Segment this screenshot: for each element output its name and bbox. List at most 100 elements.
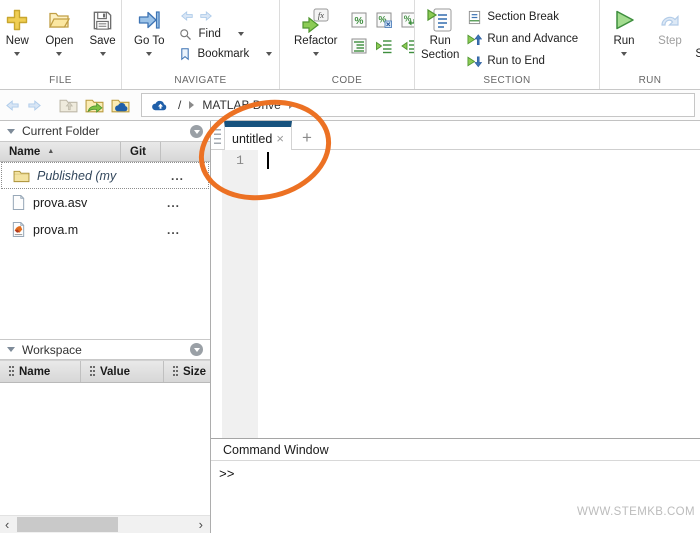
new-dropdown-caret-icon[interactable]: [14, 52, 20, 56]
horizontal-scrollbar[interactable]: ‹ ›: [0, 515, 210, 533]
svg-text:fx: fx: [318, 10, 324, 20]
workspace-column-size[interactable]: Size: [164, 361, 210, 382]
file-row-prova-m[interactable]: prova.m ...: [0, 216, 210, 243]
column-grip-icon[interactable]: [9, 366, 14, 377]
matlab-drive-folder-icon[interactable]: [111, 97, 130, 114]
folder-icon: [13, 169, 30, 183]
gutter-margin: [211, 150, 222, 438]
history-forward-arrow-icon[interactable]: [27, 98, 42, 113]
run-and-advance-icon: [467, 32, 482, 47]
file-row-published[interactable]: Published (my ...: [1, 162, 209, 189]
save-dropdown-caret-icon[interactable]: [100, 52, 106, 56]
smart-indent-button[interactable]: [351, 38, 367, 54]
collapse-triangle-icon[interactable]: [7, 347, 15, 352]
ribbon-section-run: Run Step S RUN: [600, 0, 700, 89]
chevron-right-icon[interactable]: [289, 101, 294, 109]
refactor-dropdown-caret-icon[interactable]: [313, 52, 319, 56]
refactor-button-label: Refactor: [294, 35, 337, 48]
breadcrumb-matlab-drive[interactable]: MATLAB Drive: [202, 98, 280, 112]
run-section-button[interactable]: Run Section: [421, 6, 459, 70]
column-name-label: Name: [9, 146, 40, 158]
current-folder-header: Current Folder: [0, 121, 210, 142]
column-header-git[interactable]: Git: [121, 142, 161, 161]
step-button[interactable]: Step: [658, 6, 682, 56]
run-to-end-button[interactable]: Run to End: [467, 52, 578, 70]
breadcrumb-root[interactable]: /: [178, 98, 181, 112]
column-grip-icon[interactable]: [173, 366, 178, 377]
file-icon: [11, 194, 26, 211]
partial-next-button-label: S: [695, 48, 700, 60]
comment-button[interactable]: %: [351, 12, 367, 28]
wrap-comments-button[interactable]: %: [401, 12, 415, 28]
workspace-column-value[interactable]: Value: [81, 361, 164, 382]
workspace-header: Workspace: [0, 339, 210, 360]
more-options-button[interactable]: ...: [159, 172, 208, 180]
scroll-left-arrow-icon[interactable]: ‹: [5, 517, 9, 532]
panel-menu-icon[interactable]: [190, 343, 203, 356]
chevron-right-icon[interactable]: [189, 101, 194, 109]
new-tab-button[interactable]: +: [292, 126, 322, 149]
navigate-back-arrow-icon[interactable]: [180, 9, 194, 23]
collapse-triangle-icon[interactable]: [7, 129, 15, 134]
panel-menu-icon[interactable]: [190, 125, 203, 138]
run-and-advance-button[interactable]: Run and Advance: [467, 30, 578, 48]
new-button[interactable]: New: [5, 6, 29, 56]
file-row-prova-asv[interactable]: prova.asv ...: [0, 189, 210, 216]
tabbar-grip-icon[interactable]: [213, 129, 222, 145]
address-breadcrumb[interactable]: / MATLAB Drive: [141, 93, 695, 117]
main-area: Current Folder Name ▲ Git Published (my: [0, 121, 700, 533]
goto-button-label: Go To: [134, 35, 164, 48]
goto-dropdown-caret-icon[interactable]: [146, 52, 152, 56]
ribbon-section-code: fx Refactor % % %: [280, 0, 415, 89]
run-dropdown-caret-icon[interactable]: [621, 52, 627, 56]
increase-indent-button[interactable]: [376, 38, 392, 54]
decrease-indent-button[interactable]: [401, 38, 415, 54]
refactor-button[interactable]: fx Refactor: [294, 6, 337, 56]
workspace-column-name[interactable]: Name: [0, 361, 81, 382]
more-options-button[interactable]: ...: [155, 226, 204, 234]
editor-text-area[interactable]: [258, 150, 700, 438]
open-dropdown-caret-icon[interactable]: [56, 52, 62, 56]
column-header-name[interactable]: Name ▲: [0, 142, 121, 161]
more-options-button[interactable]: ...: [155, 199, 204, 207]
sort-ascending-icon: ▲: [47, 148, 54, 155]
open-button[interactable]: Open: [45, 6, 73, 56]
goto-button[interactable]: Go To: [134, 6, 164, 64]
navigate-forward-arrow-icon[interactable]: [199, 9, 213, 23]
column-grip-icon[interactable]: [90, 366, 95, 377]
command-window-title[interactable]: Command Window: [211, 439, 700, 461]
bookmark-button[interactable]: Bookmark: [178, 44, 272, 64]
history-back-arrow-icon[interactable]: [5, 98, 20, 113]
section-break-button[interactable]: Section Break: [467, 8, 578, 26]
scroll-right-arrow-icon[interactable]: ›: [199, 517, 203, 532]
tab-close-icon[interactable]: ×: [276, 131, 284, 146]
bookmark-icon: [178, 47, 192, 61]
run-button[interactable]: Run: [612, 6, 636, 56]
section-break-icon: [467, 10, 482, 25]
command-window-input-area[interactable]: >> WWW.STEMKB.COM: [211, 461, 700, 533]
svg-text:%: %: [355, 16, 364, 27]
find-button[interactable]: Find: [178, 24, 272, 44]
navigate-section-label: NAVIGATE: [122, 75, 279, 86]
bookmark-dropdown-caret-icon[interactable]: [266, 52, 272, 56]
run-section-label-line1: Run: [430, 35, 451, 48]
save-button[interactable]: Save: [89, 6, 115, 56]
ribbon-section-section: Run Section Section Break Run and: [415, 0, 600, 89]
workspace-column-headers: Name Value Size: [0, 360, 210, 383]
ribbon-section-file: New Open: [0, 0, 122, 89]
workspace-title: Workspace: [22, 343, 183, 357]
tab-title: untitled: [232, 132, 272, 146]
uncomment-button[interactable]: %: [376, 12, 392, 28]
editor-tab-bar: untitled × +: [211, 121, 700, 150]
scrollbar-thumb[interactable]: [17, 517, 118, 532]
tab-untitled[interactable]: untitled ×: [224, 121, 292, 150]
find-dropdown-caret-icon[interactable]: [238, 32, 244, 36]
browse-folder-icon[interactable]: [85, 97, 104, 114]
workspace-value-label: Value: [100, 366, 130, 378]
workspace-name-label: Name: [19, 366, 50, 378]
folder-up-icon[interactable]: [59, 97, 78, 114]
line-number-gutter: 1: [222, 150, 258, 438]
column-header-extra[interactable]: [161, 142, 210, 161]
code-editor[interactable]: 1: [211, 150, 700, 438]
step-arrow-icon: [658, 6, 682, 34]
